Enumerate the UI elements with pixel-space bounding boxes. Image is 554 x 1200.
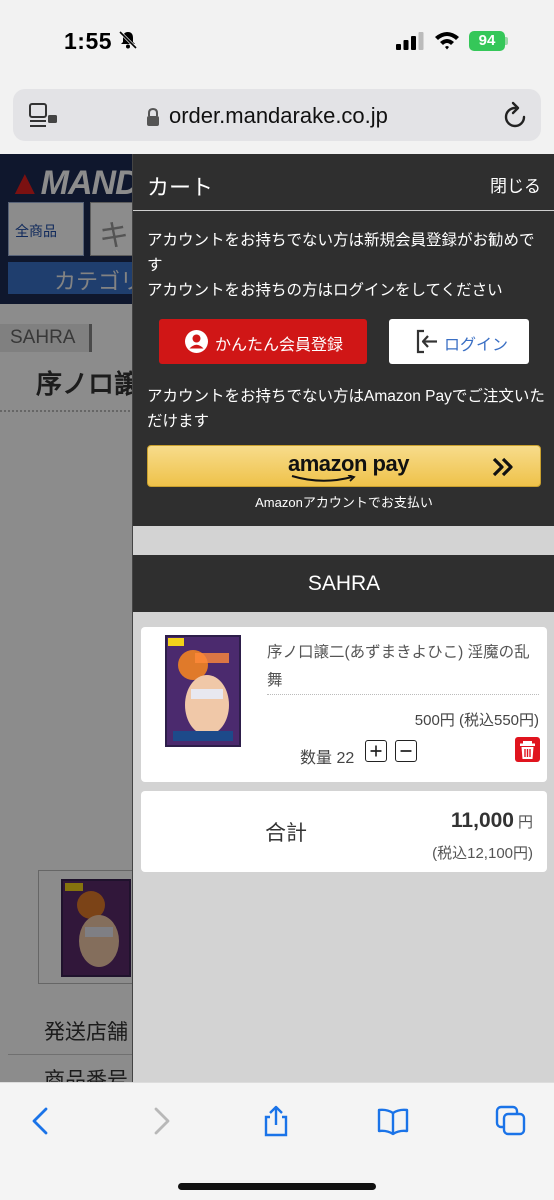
cart-item: 序ノ口譲二(あずまきよひこ) 淫魔の乱舞 500円 (税込550円) 数量 22 [141,627,547,782]
lock-icon [147,108,159,126]
cart-total: 合計 11,000 円 (税込12,100円) [141,791,547,872]
book-cover-image[interactable] [165,635,241,747]
status-time: 1:55 [64,28,113,54]
register-message: アカウントをお持ちでない方は新規会員登録がお勧めです アカウントをお持ちの方はロ… [147,228,543,303]
status-bar: 1:55 94 [0,0,554,84]
register-button[interactable]: かんたん会員登録 [159,319,367,364]
cart-header-panel: カート 閉じる アカウントをお持ちでない方は新規会員登録がお勧めです アカウント… [133,154,554,526]
user-icon [185,330,208,353]
address-bar[interactable]: order.mandarake.co.jp [13,89,541,141]
cart-item-name[interactable]: 序ノ口譲二(あずまきよひこ) 淫魔の乱舞 [267,639,539,695]
cellular-signal-icon [396,32,424,50]
home-indicator [178,1183,376,1190]
page-menu-icon[interactable] [29,103,57,129]
tabs-icon[interactable] [495,1105,527,1137]
chevron-double-right-icon [492,457,513,477]
cart-item-price: 500円 (税込550円) [414,712,539,729]
login-button[interactable]: ログイン [389,319,529,364]
amazon-smile-icon [291,475,356,482]
amazon-pay-subtext: Amazonアカウントでお支払い [255,495,433,510]
amazon-pay-button[interactable]: amazon pay [147,445,541,487]
cart-shop-name: SAHRA [133,555,554,612]
browser-toolbar [0,1082,554,1200]
battery-nub [505,37,508,45]
login-icon [416,329,437,354]
minus-icon[interactable] [395,740,417,762]
register-message-line: アカウントをお持ちでない方は新規会員登録がお勧めです [147,232,535,274]
divider [133,210,554,211]
amazon-message: アカウントをお持ちでない方はAmazon Payでご注文いただけます [147,388,545,430]
amazon-pay-logo: amazon pay [288,451,409,476]
quantity-label: 数量 22 [300,750,355,767]
bookmarks-icon[interactable] [377,1105,409,1137]
forward-icon[interactable] [144,1105,176,1137]
battery-icon: 94 [469,31,505,51]
divider [267,694,539,695]
total-label: 合計 [265,822,307,845]
url-text: order.mandarake.co.jp [169,103,388,128]
register-button-label: かんたん会員登録 [215,337,344,354]
reload-icon[interactable] [502,101,528,129]
total-value: 11,000 円 [450,809,533,832]
plus-icon[interactable] [365,740,387,762]
bell-slash-icon [118,30,138,50]
trash-icon[interactable] [515,737,540,762]
login-message-line: アカウントをお持ちの方はログインをしてください [147,282,503,299]
cart-drawer: カート 閉じる アカウントをお持ちでない方は新規会員登録がお勧めです アカウント… [132,154,554,1082]
cart-title: カート [147,175,214,200]
browser-bar: order.mandarake.co.jp [0,84,554,154]
share-icon[interactable] [260,1105,292,1137]
wifi-icon [435,32,459,50]
back-icon[interactable] [26,1105,58,1137]
close-button[interactable]: 閉じる [490,172,541,197]
total-tax: (税込12,100円) [432,845,533,862]
login-button-label: ログイン [444,337,509,354]
